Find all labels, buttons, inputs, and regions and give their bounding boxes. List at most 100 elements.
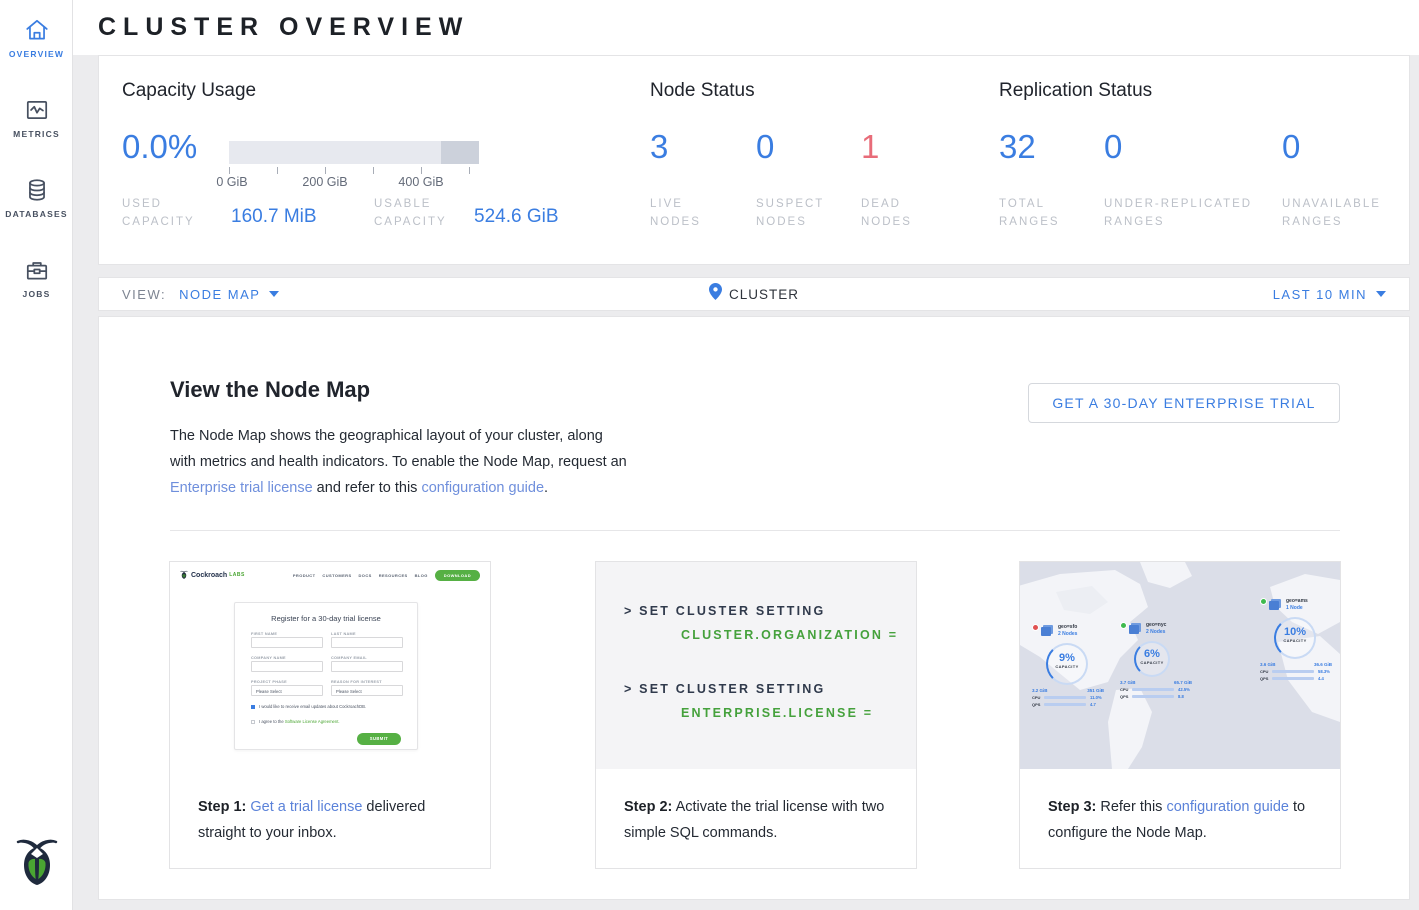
suspect-nodes-count: 0 — [756, 129, 774, 165]
qps-label: QPS — [1120, 694, 1132, 699]
axis-tick-label: 400 GiB — [398, 175, 443, 189]
view-selector-bar: VIEW: NODE MAP CLUSTER LAST 10 MIN — [98, 277, 1410, 311]
field-label: REASON FOR INTEREST — [331, 680, 382, 684]
enterprise-trial-button[interactable]: GET A 30-DAY ENTERPRISE TRIAL — [1028, 383, 1340, 423]
sidebar-item-metrics[interactable]: METRICS — [0, 97, 73, 139]
mini-nav-docs: DOCS — [359, 573, 372, 578]
capacity-percent: 9% — [1048, 652, 1086, 664]
sidebar-item-jobs[interactable]: JOBS — [0, 257, 73, 299]
time-range-value: LAST 10 MIN — [1273, 287, 1367, 302]
mini-site-logo-suffix: LABS — [229, 572, 245, 578]
description-text: . — [544, 480, 548, 496]
chevron-down-icon — [1376, 291, 1386, 297]
nodes-cube-icon — [1041, 627, 1051, 636]
database-icon — [0, 177, 73, 203]
software-license-link: Software License Agreement. — [285, 719, 340, 724]
suspect-nodes-label: SUSPECT NODES — [756, 195, 846, 231]
cpu-sparkline — [1044, 696, 1086, 699]
locality-node-count: 1 Node — [1286, 605, 1303, 611]
locality-node-count: 2 Nodes — [1058, 631, 1077, 637]
storage-used: 3.7 GiB — [1120, 680, 1136, 685]
storage-used: 3.2 GiB — [1032, 688, 1048, 693]
company-email-input — [331, 661, 403, 672]
nodes-cube-icon — [1269, 601, 1279, 610]
locality-name: geo=nyc — [1146, 622, 1166, 628]
mini-download-button: DOWNLOAD — [435, 570, 480, 581]
configuration-guide-link[interactable]: configuration guide — [421, 480, 544, 496]
capacity-used-percent: 0.0% — [122, 129, 197, 165]
sidebar-label: JOBS — [0, 289, 73, 299]
capacity-bar-nonusable-segment — [441, 141, 479, 164]
usable-capacity-label: USABLE CAPACITY — [374, 195, 474, 231]
cpu-sparkline — [1272, 670, 1314, 673]
breadcrumb-cluster[interactable]: CLUSTER — [729, 287, 799, 302]
mini-site-nav-links: PRODUCT CUSTOMERS DOCS RESOURCES BLOG DO… — [293, 570, 480, 581]
step3-label: Step 3: — [1048, 799, 1096, 815]
mini-nav-product: PRODUCT — [293, 573, 316, 578]
total-ranges-count: 32 — [999, 129, 1036, 165]
field-label: COMPANY EMAIL — [331, 656, 367, 660]
configuration-guide-link-step3[interactable]: configuration guide — [1166, 799, 1289, 815]
capacity-bar-available-segment — [229, 141, 441, 164]
description-text: and refer to this — [313, 480, 422, 496]
qps-sparkline — [1132, 695, 1174, 698]
node-map-section-title: View the Node Map — [170, 377, 370, 403]
unavailable-ranges-count: 0 — [1282, 129, 1300, 165]
get-trial-license-link[interactable]: Get a trial license — [250, 799, 362, 815]
capacity-ring: 10% CAPACITY — [1274, 617, 1316, 659]
sql-prompt-line: > SET CLUSTER SETTING — [624, 682, 825, 696]
axis-tick — [373, 167, 374, 174]
step3-pre: Refer this — [1096, 799, 1166, 815]
mini-nav-blog: BLOG — [415, 573, 428, 578]
sidebar: OVERVIEW METRICS DATABASES — [0, 0, 73, 910]
capacity-percent: 6% — [1136, 648, 1168, 660]
qps-sparkline — [1044, 703, 1086, 706]
cpu-value: 58.3% — [1318, 669, 1330, 674]
axis-tick-label: 200 GiB — [302, 175, 347, 189]
locality-name: geo=ams — [1286, 598, 1308, 604]
status-dot-red — [1032, 624, 1039, 631]
capacity-ring: 6% CAPACITY — [1134, 641, 1170, 677]
capacity-caption: CAPACITY — [1276, 638, 1314, 643]
time-range-dropdown[interactable]: LAST 10 MIN — [1273, 287, 1386, 302]
qps-label: QPS — [1260, 676, 1272, 681]
enterprise-trial-license-link[interactable]: Enterprise trial license — [170, 480, 313, 496]
reason-select: Please Select — [331, 685, 403, 696]
locality-callout-sfo: geo=sfo 2 Nodes 9% CAPACITY 3.2 GiB 351 … — [1032, 624, 1124, 707]
step3-caption: Step 3: Refer this configuration guide t… — [1048, 794, 1314, 846]
divider — [170, 530, 1340, 531]
under-replicated-count: 0 — [1104, 129, 1122, 165]
storage-used: 3.6 GiB — [1260, 662, 1276, 667]
step1-caption: Step 1: Get a trial license delivered st… — [198, 794, 464, 846]
storage-total: 65.7 GiB — [1174, 680, 1192, 685]
sidebar-item-databases[interactable]: DATABASES — [0, 177, 73, 219]
sidebar-label: OVERVIEW — [0, 49, 73, 59]
node-map-placeholder-panel: View the Node Map The Node Map shows the… — [98, 316, 1410, 900]
used-capacity-label: USED CAPACITY — [122, 195, 222, 231]
sql-arg-line: CLUSTER.ORGANIZATION = — [681, 628, 898, 642]
qps-value: 8.8 — [1178, 694, 1184, 699]
qps-value: 4.7 — [1090, 702, 1096, 707]
cpu-row: CPU 11.0% — [1032, 695, 1110, 700]
dead-nodes-label: DEAD NODES — [861, 195, 931, 231]
project-phase-select: Please Select — [251, 685, 323, 696]
qps-label: QPS — [1032, 702, 1044, 707]
storage-range: 3.7 GiB 65.7 GiB — [1120, 680, 1192, 685]
license-agree-checkbox — [251, 720, 255, 724]
company-name-input — [251, 661, 323, 672]
home-icon — [0, 17, 73, 43]
dead-nodes-count: 1 — [861, 129, 879, 165]
unavailable-ranges-label: UNAVAILABLE RANGES — [1282, 195, 1412, 231]
briefcase-icon — [0, 257, 73, 283]
storage-range: 3.6 GiB 36.6 GiB — [1260, 662, 1332, 667]
locality-node-count: 2 Nodes — [1146, 629, 1165, 635]
capacity-usage-bar — [229, 141, 479, 164]
sidebar-item-overview[interactable]: OVERVIEW — [0, 17, 73, 59]
cpu-value: 11.0% — [1090, 695, 1102, 700]
qps-row: QPS 4.7 — [1032, 702, 1110, 707]
step1-label: Step 1: — [198, 799, 246, 815]
trial-registration-form: Register for a 30-day trial license FIRS… — [234, 602, 418, 750]
usable-capacity-value: 524.6 GiB — [474, 206, 559, 228]
mini-nav-resources: RESOURCES — [379, 573, 408, 578]
capacity-ring: 9% CAPACITY — [1046, 643, 1088, 685]
